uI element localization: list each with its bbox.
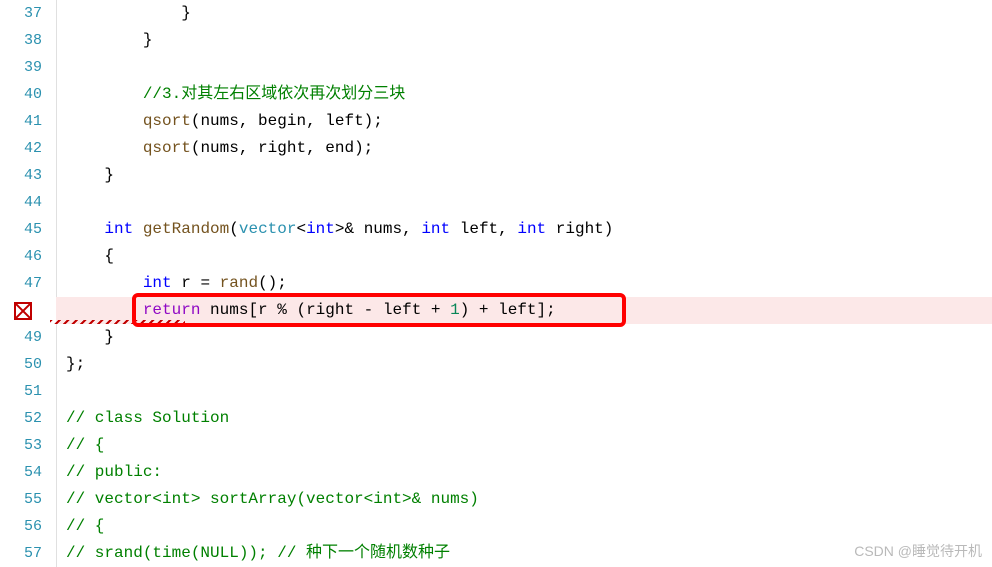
- code-line: }: [56, 27, 992, 54]
- code-line: // vector<int> sortArray(vector<int>& nu…: [56, 486, 992, 513]
- code-editor[interactable]: 37 38 39 40 41 42 43 44 45 46 47 49 50 5…: [0, 0, 992, 567]
- line-number: 38: [0, 27, 42, 54]
- code-line: int getRandom(vector<int>& nums, int lef…: [56, 216, 992, 243]
- code-line: }: [56, 324, 992, 351]
- code-content[interactable]: } } //3.对其左右区域依次再次划分三块 qsort(nums, begin…: [56, 0, 992, 567]
- line-number: 46: [0, 243, 42, 270]
- line-number: 52: [0, 405, 42, 432]
- line-number: 45: [0, 216, 42, 243]
- line-number: 37: [0, 0, 42, 27]
- watermark: CSDN @睡觉待开机: [854, 541, 982, 561]
- code-line: [56, 378, 992, 405]
- code-line: qsort(nums, begin, left);: [56, 108, 992, 135]
- line-number: 54: [0, 459, 42, 486]
- line-number: 53: [0, 432, 42, 459]
- code-line: qsort(nums, right, end);: [56, 135, 992, 162]
- code-line: [56, 189, 992, 216]
- code-line: // {: [56, 432, 992, 459]
- line-number: 47: [0, 270, 42, 297]
- error-icon: [14, 302, 32, 320]
- line-number: 50: [0, 351, 42, 378]
- code-line-error: return nums[r % (right - left + 1) + lef…: [56, 297, 992, 324]
- line-number: 42: [0, 135, 42, 162]
- code-line: }: [56, 0, 992, 27]
- code-line: {: [56, 243, 992, 270]
- line-number: 39: [0, 54, 42, 81]
- code-line: // public:: [56, 459, 992, 486]
- line-number: 44: [0, 189, 42, 216]
- line-number: 49: [0, 324, 42, 351]
- error-gutter: [0, 297, 42, 324]
- line-number: 55: [0, 486, 42, 513]
- code-line: // srand(time(NULL)); // 种下一个随机数种子: [56, 540, 992, 567]
- code-line: }: [56, 162, 992, 189]
- line-number: 43: [0, 162, 42, 189]
- line-number: 51: [0, 378, 42, 405]
- code-line: //3.对其左右区域依次再次划分三块: [56, 81, 992, 108]
- line-number: 57: [0, 540, 42, 567]
- line-number-gutter: 37 38 39 40 41 42 43 44 45 46 47 49 50 5…: [0, 0, 56, 567]
- line-number: 41: [0, 108, 42, 135]
- line-number: 40: [0, 81, 42, 108]
- code-line: };: [56, 351, 992, 378]
- code-line: // class Solution: [56, 405, 992, 432]
- code-line: [56, 54, 992, 81]
- code-line: // {: [56, 513, 992, 540]
- line-number: 56: [0, 513, 42, 540]
- code-line: int r = rand();: [56, 270, 992, 297]
